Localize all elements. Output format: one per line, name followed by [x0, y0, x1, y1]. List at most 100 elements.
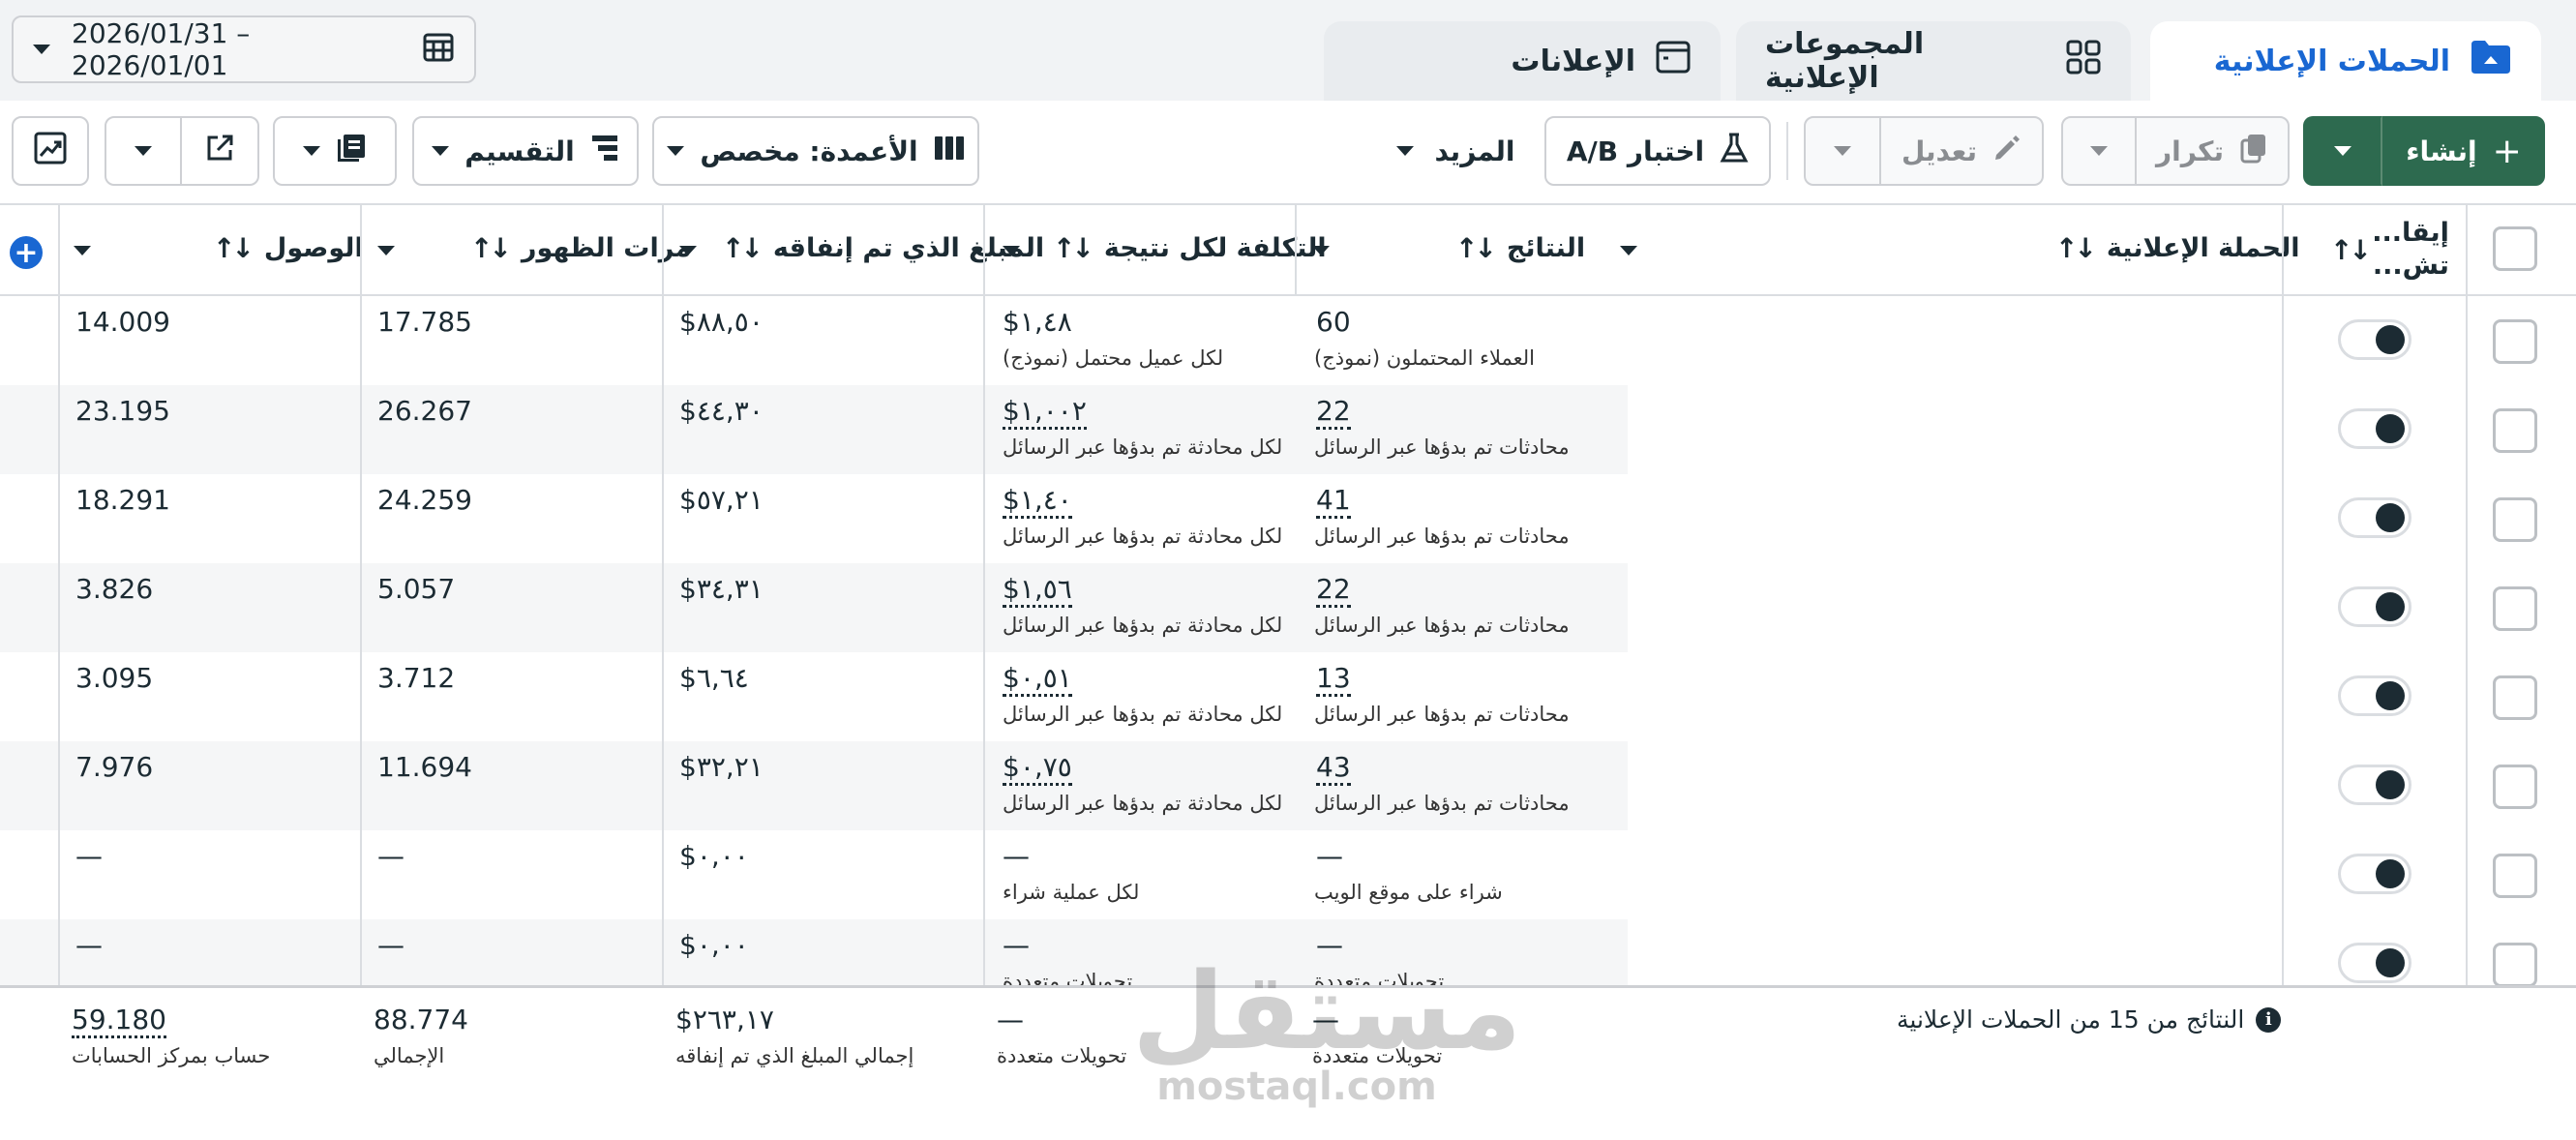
- column-reach[interactable]: ↑↓ الوصول: [213, 232, 364, 264]
- spent-value: $٣٢,٢١: [679, 751, 764, 783]
- status-toggle[interactable]: [2338, 497, 2411, 538]
- impressions-value: 5.057: [377, 573, 456, 605]
- row-checkbox[interactable]: [2493, 497, 2537, 542]
- reach-value: 23.195: [75, 395, 170, 427]
- column-results-menu-icon[interactable]: [1620, 246, 1637, 255]
- columns-button[interactable]: الأعمدة: مخصص: [652, 116, 979, 186]
- footer-reach: 59.180: [72, 1004, 166, 1038]
- cost-value: $١,٤٠: [1003, 484, 1072, 519]
- column-status[interactable]: ↑↓ إيقا... تش...: [2330, 217, 2449, 283]
- create-button[interactable]: إنشاء +: [2382, 116, 2545, 186]
- cost-label: لكل محادثة تم بدؤها عبر الرسائل: [1003, 792, 1283, 815]
- select-all-checkbox[interactable]: [2493, 226, 2537, 271]
- column-impressions-label: مرات الظهور: [521, 233, 692, 263]
- column-impressions[interactable]: ↑↓ مرات الظهور: [470, 232, 691, 264]
- row-checkbox[interactable]: [2493, 943, 2537, 985]
- reach-value: 14.009: [75, 306, 170, 338]
- sort-icon: ↑↓: [470, 232, 512, 264]
- tab-campaigns[interactable]: الحملات الإعلانية: [2150, 21, 2541, 101]
- toolbar: إنشاء + تكرار تعديل اختبار A/B المزيد ال…: [0, 101, 2576, 203]
- table-row[interactable]: 13 محادثات تم بدؤها عبر الرسائل $٠,٥١ لكل م…: [0, 652, 2576, 741]
- chart-view-button[interactable]: [12, 116, 89, 186]
- table-body: 60 العملاء المحتملون (نموذج) $١,٤٨ لكل عميل…: [0, 296, 2576, 985]
- tab-ad-sets[interactable]: المجموعات الإعلانية: [1736, 21, 2131, 101]
- table-row[interactable]: 22 محادثات تم بدؤها عبر الرسائل $١,٠٠٢ لكل …: [0, 385, 2576, 474]
- cost-label: لكل محادثة تم بدؤها عبر الرسائل: [1003, 435, 1283, 459]
- column-impressions-menu-icon[interactable]: [377, 246, 395, 255]
- duplicate-label: تكرار: [2156, 135, 2224, 167]
- table-row[interactable]: — تحويلات متعددة — تحويلات متعددة $٠,٠٠ — —: [0, 919, 2576, 985]
- plus-icon: +: [2492, 131, 2522, 171]
- edit-dropdown-button[interactable]: [1804, 116, 1881, 186]
- chevron-down-icon: [2090, 146, 2108, 156]
- row-checkbox[interactable]: [2493, 854, 2537, 898]
- impressions-value: —: [377, 840, 404, 872]
- status-toggle[interactable]: [2338, 319, 2411, 360]
- calendar-icon: [422, 30, 455, 70]
- sort-icon: ↑↓: [1053, 232, 1094, 264]
- ab-test-button[interactable]: اختبار A/B: [1544, 116, 1771, 186]
- book-icon: [336, 133, 367, 170]
- row-checkbox[interactable]: [2493, 408, 2537, 453]
- column-cost-per-result[interactable]: ↑↓ التكلفة لكل نتيجة: [1053, 232, 1327, 264]
- export-button[interactable]: [180, 116, 259, 186]
- results-value: —: [1316, 929, 1343, 961]
- table-row[interactable]: 60 العملاء المحتملون (نموذج) $١,٤٨ لكل عميل…: [0, 296, 2576, 385]
- add-column-icon[interactable]: +: [10, 236, 43, 270]
- status-toggle[interactable]: [2338, 586, 2411, 627]
- tab-ads[interactable]: الإعلانات: [1324, 21, 1721, 101]
- create-dropdown-button[interactable]: [2303, 116, 2382, 186]
- duplicate-button[interactable]: تكرار: [2135, 116, 2290, 186]
- row-checkbox[interactable]: [2493, 765, 2537, 809]
- table-row[interactable]: 22 محادثات تم بدؤها عبر الرسائل $١,٥٦ لكل م…: [0, 563, 2576, 652]
- row-checkbox[interactable]: [2493, 319, 2537, 364]
- cost-value: —: [1003, 929, 1030, 961]
- column-amount-spent[interactable]: ↑↓ المبلغ الذي تم إنفاقه: [722, 232, 1044, 264]
- status-toggle[interactable]: [2338, 765, 2411, 805]
- status-toggle[interactable]: [2338, 854, 2411, 894]
- breakdown-button[interactable]: التقسيم: [412, 116, 639, 186]
- cost-label: لكل عملية شراء: [1003, 881, 1140, 904]
- duplicate-dropdown-button[interactable]: [2061, 116, 2137, 186]
- table-row[interactable]: 41 محادثات تم بدؤها عبر الرسائل $١,٤٠ لكل م…: [0, 474, 2576, 563]
- export-dropdown-button[interactable]: [105, 116, 182, 186]
- campaign-table: ↑↓ إيقا... تش... ↑↓ الحملة الإعلانية ↑↓ …: [0, 203, 2576, 1140]
- cost-label: لكل محادثة تم بدؤها عبر الرسائل: [1003, 525, 1283, 548]
- impressions-value: 11.694: [377, 751, 472, 783]
- table-row[interactable]: — شراء على موقع الويب — لكل عملية شراء $٠,٠٠…: [0, 830, 2576, 919]
- more-menu[interactable]: المزيد: [1388, 116, 1523, 186]
- chevron-down-icon: [135, 146, 152, 156]
- cost-label: تحويلات متعددة: [1003, 970, 1133, 985]
- chevron-down-icon: [1834, 146, 1851, 156]
- toggle-knob: [2376, 325, 2405, 354]
- status-toggle[interactable]: [2338, 675, 2411, 716]
- column-campaign[interactable]: ↑↓ الحملة الإعلانية: [2055, 232, 2300, 264]
- row-checkbox[interactable]: [2493, 586, 2537, 631]
- reports-button[interactable]: [273, 116, 397, 186]
- cost-label: لكل عميل محتمل (نموذج): [1003, 346, 1224, 370]
- edit-button[interactable]: تعديل: [1879, 116, 2044, 186]
- column-status-label: إيقا... تش...: [2372, 218, 2449, 281]
- toggle-knob: [2376, 592, 2405, 621]
- chevron-down-icon: [33, 45, 50, 54]
- columns-icon: [934, 135, 965, 168]
- status-toggle[interactable]: [2338, 408, 2411, 449]
- results-value: 43: [1316, 751, 1351, 786]
- status-toggle[interactable]: [2338, 943, 2411, 983]
- spent-value: $٤٤,٣٠: [679, 395, 764, 427]
- cost-label: لكل محادثة تم بدؤها عبر الرسائل: [1003, 614, 1283, 637]
- folder-icon: [2470, 39, 2512, 83]
- footer-impressions: 88.774: [374, 1004, 468, 1035]
- info-icon[interactable]: i: [2256, 1006, 2282, 1033]
- column-results[interactable]: ↑↓ النتائج: [1455, 232, 1585, 264]
- column-reach-menu-icon[interactable]: [74, 246, 91, 255]
- results-label: محادثات تم بدؤها عبر الرسائل: [1314, 792, 1570, 815]
- create-label: إنشاء: [2406, 135, 2477, 167]
- impressions-value: 3.712: [377, 662, 456, 694]
- cost-value: $٠,٥١: [1003, 662, 1072, 697]
- results-label: محادثات تم بدؤها عبر الرسائل: [1314, 435, 1570, 459]
- table-row[interactable]: 43 محادثات تم بدؤها عبر الرسائل $٠,٧٥ لكل م…: [0, 741, 2576, 830]
- tab-ad-sets-label: المجموعات الإعلانية: [1765, 27, 1925, 95]
- row-checkbox[interactable]: [2493, 675, 2537, 720]
- date-range-picker[interactable]: 2026/01/31 – 2026/01/01: [12, 15, 476, 83]
